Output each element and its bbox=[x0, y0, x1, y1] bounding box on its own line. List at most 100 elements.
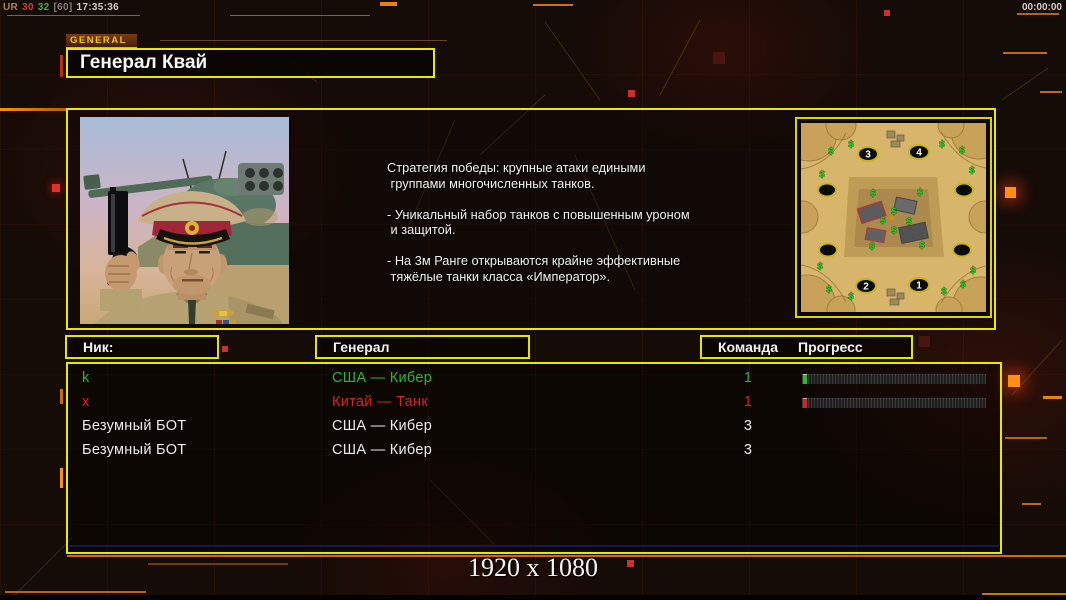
decor-line bbox=[533, 4, 573, 6]
player-general: США — Кибер bbox=[332, 442, 433, 458]
map-supply-icon: $ bbox=[917, 188, 923, 198]
map-supply-icon: $ bbox=[906, 217, 912, 227]
decor-square bbox=[919, 336, 930, 347]
decor-line bbox=[1022, 503, 1041, 505]
map-supply-icon: $ bbox=[828, 147, 834, 157]
gentool-stat2: 32 bbox=[37, 2, 50, 13]
player-nick: k bbox=[82, 370, 90, 386]
player-rows: k США — Кибер 1 x Китай — Танк 1 Безумный БОТ С… bbox=[68, 364, 1000, 552]
general-title: Генерал Квай bbox=[80, 52, 208, 73]
map-supply-icon: $ bbox=[819, 170, 825, 180]
player-progress-bar bbox=[802, 398, 986, 408]
player-row: k США — Кибер 1 bbox=[68, 367, 1000, 391]
decor-line bbox=[5, 591, 146, 593]
decor-line bbox=[1005, 437, 1047, 439]
gentool-stat1: 30 bbox=[22, 2, 34, 13]
player-team: 3 bbox=[743, 442, 753, 458]
players-table: k США — Кибер 1 x Китай — Танк 1 Безумный БОТ С… bbox=[66, 362, 1002, 554]
gentool-stat3: [60] bbox=[53, 2, 73, 13]
team-header-label: Команда bbox=[718, 339, 778, 355]
map-oil-spot bbox=[952, 242, 972, 258]
decor-bar bbox=[60, 389, 63, 404]
map-start-number: 2 bbox=[863, 282, 869, 293]
map-supply-icon: $ bbox=[969, 166, 975, 176]
map-start-number: 3 bbox=[865, 150, 871, 161]
decor-bar bbox=[60, 468, 63, 488]
progress-header-label: Прогресс bbox=[798, 339, 863, 355]
player-row: Безумный БОТ США — Кибер 3 bbox=[68, 439, 1000, 463]
player-team: 1 bbox=[743, 370, 753, 386]
map-supply-icon: $ bbox=[826, 285, 832, 295]
player-team: 1 bbox=[743, 394, 753, 410]
general-header-label: Генерал bbox=[333, 339, 390, 355]
map-oil-spot bbox=[954, 182, 974, 198]
decor-square bbox=[1008, 375, 1020, 387]
gentool-label: UR bbox=[3, 2, 19, 13]
player-progress-bar bbox=[802, 374, 986, 384]
column-header-general: Генерал bbox=[315, 335, 530, 359]
map-supply-icon: $ bbox=[880, 216, 886, 226]
gentool-clock: 17:35:36 bbox=[76, 2, 119, 13]
map-supply-icon: $ bbox=[848, 292, 854, 302]
map-supply-icon: $ bbox=[817, 262, 823, 272]
progress-fill bbox=[803, 398, 807, 408]
player-row: Безумный БОТ США — Кибер 3 bbox=[68, 415, 1000, 439]
decor-square bbox=[713, 52, 725, 64]
player-team: 3 bbox=[743, 418, 753, 434]
map-supply-icon: $ bbox=[848, 140, 854, 150]
map-supply-icon: $ bbox=[941, 287, 947, 297]
decor-square bbox=[52, 184, 60, 192]
player-row: x Китай — Танк 1 bbox=[68, 391, 1000, 415]
decor-line bbox=[1003, 52, 1047, 54]
map-supply-icon: $ bbox=[959, 146, 965, 156]
map-oil-spot bbox=[818, 242, 838, 258]
map-supply-icon: $ bbox=[891, 226, 897, 236]
map-supply-icon: $ bbox=[891, 207, 897, 217]
map-supply-icon: $ bbox=[939, 140, 945, 150]
player-general: Китай — Танк bbox=[332, 394, 428, 410]
map-supply-icon: $ bbox=[970, 266, 976, 276]
player-nick: Безумный БОТ bbox=[82, 418, 187, 434]
decor-bar bbox=[60, 55, 63, 77]
map-supply-icon: $ bbox=[960, 280, 966, 290]
general-tag: GENERAL bbox=[66, 34, 137, 48]
general-title-box: Генерал Квай bbox=[66, 48, 435, 78]
player-nick: x bbox=[82, 394, 90, 410]
decor-square bbox=[1005, 187, 1016, 198]
decor-square bbox=[884, 10, 890, 16]
column-header-team-progress: Команда Прогресс bbox=[700, 335, 913, 359]
general-briefing-text: Стратегия победы: крупные атаки едиными … bbox=[387, 160, 690, 284]
player-nick: Безумный БОТ bbox=[82, 442, 187, 458]
bottom-strip bbox=[0, 595, 1066, 600]
game-loading-screen: UR 30 32 [60] 17:35:36 00:00:00 GENERAL Гене… bbox=[0, 0, 1066, 600]
map-start-number: 1 bbox=[916, 281, 922, 292]
general-portrait-image bbox=[80, 117, 289, 324]
decor-line bbox=[160, 40, 447, 41]
column-header-nick: Ник: bbox=[65, 335, 219, 359]
decor-line bbox=[7, 15, 140, 16]
decor-line bbox=[1040, 91, 1062, 93]
progress-fill bbox=[803, 374, 807, 384]
match-timer: 00:00:00 bbox=[1021, 2, 1062, 13]
map-start-number: 4 bbox=[916, 148, 922, 159]
decor-dash bbox=[380, 2, 397, 6]
nick-header-label: Ник: bbox=[83, 339, 114, 355]
decor-line bbox=[230, 15, 370, 16]
gentool-overlay: UR 30 32 [60] 17:35:36 bbox=[3, 2, 123, 13]
decor-dash bbox=[1043, 396, 1062, 399]
decor-blue-line bbox=[69, 545, 999, 547]
map-oil-spot bbox=[817, 182, 837, 198]
player-general: США — Кибер bbox=[332, 418, 433, 434]
map-supply-icon: $ bbox=[870, 189, 876, 199]
general-portrait bbox=[80, 117, 289, 324]
map-preview: 3 4 2 1 $ $ $ $ $ $ $ $ $ $ $ $ $ $ $ $ $ $ $ $ bbox=[795, 117, 992, 318]
decor-dash bbox=[0, 108, 66, 111]
resolution-label: 1920 x 1080 bbox=[468, 553, 598, 582]
map-supply-icon: $ bbox=[869, 242, 875, 252]
decor-line bbox=[1017, 13, 1059, 15]
player-general: США — Кибер bbox=[332, 370, 433, 386]
decor-square bbox=[222, 346, 228, 352]
decor-square bbox=[628, 90, 635, 97]
map-preview-image: 3 4 2 1 $ $ $ $ $ $ $ $ $ $ $ $ $ $ $ $ $ $ $ $ bbox=[801, 123, 986, 312]
general-info-panel: Стратегия победы: крупные атаки едиными … bbox=[66, 108, 996, 330]
